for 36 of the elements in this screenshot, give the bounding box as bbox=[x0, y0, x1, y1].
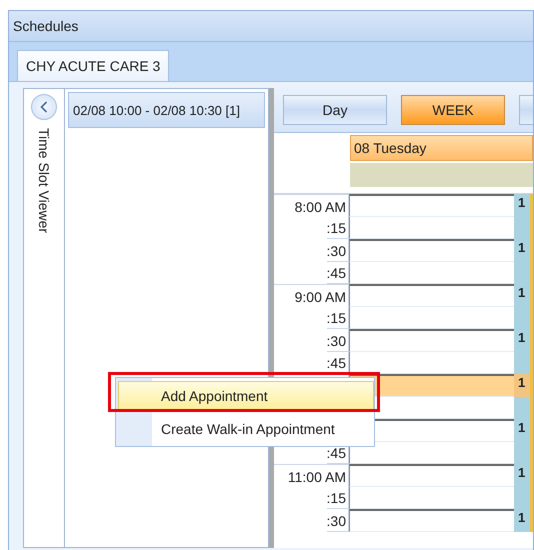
slot-count: 1 bbox=[517, 240, 526, 255]
time-label: :15 bbox=[326, 489, 348, 509]
view-button[interactable]: Day bbox=[283, 95, 387, 125]
time-slot-cell[interactable] bbox=[349, 329, 514, 352]
menu-item[interactable]: Create Walk-in Appointment bbox=[118, 414, 374, 443]
time-slot-cell[interactable] bbox=[349, 509, 514, 532]
time-label: 11:00 AM bbox=[288, 468, 347, 486]
slot-count: 1 bbox=[517, 330, 526, 345]
menu-item[interactable]: Add Appointment bbox=[118, 381, 374, 410]
slot-count: 1 bbox=[517, 375, 526, 390]
chevron-left-icon bbox=[40, 101, 48, 113]
time-label: :15 bbox=[326, 219, 348, 239]
time-slot-cell[interactable] bbox=[349, 464, 514, 486]
time-label: 9:00 AM bbox=[294, 288, 347, 306]
slot-count: 1 bbox=[517, 510, 526, 525]
time-label: :30 bbox=[326, 242, 348, 262]
time-label: :30 bbox=[326, 512, 348, 532]
time-slot-item[interactable]: 02/08 10:00 - 02/08 10:30 [1] bbox=[68, 92, 265, 128]
time-slot-cell[interactable] bbox=[349, 284, 514, 306]
view-button[interactable]: WEEK bbox=[401, 95, 505, 125]
slot-count: 1 bbox=[517, 195, 526, 210]
panel-title: Time Slot Viewer bbox=[36, 128, 52, 234]
time-label: :45 bbox=[326, 264, 348, 284]
back-button[interactable] bbox=[31, 94, 57, 120]
slot-count: 1 bbox=[517, 420, 526, 435]
time-label: 8:00 AM bbox=[294, 198, 347, 216]
time-label: :45 bbox=[326, 354, 348, 374]
time-label: :30 bbox=[326, 332, 348, 352]
time-label: :15 bbox=[326, 309, 348, 329]
window-title: Schedules bbox=[13, 18, 78, 34]
slot-count: 1 bbox=[517, 465, 526, 480]
tab[interactable]: CHY ACUTE CARE 3 bbox=[17, 50, 170, 81]
day-header[interactable]: 08 Tuesday bbox=[350, 135, 533, 161]
slot-count: 1 bbox=[517, 285, 526, 300]
time-slot-cell[interactable] bbox=[349, 194, 514, 216]
time-slot-cell[interactable] bbox=[349, 239, 514, 262]
